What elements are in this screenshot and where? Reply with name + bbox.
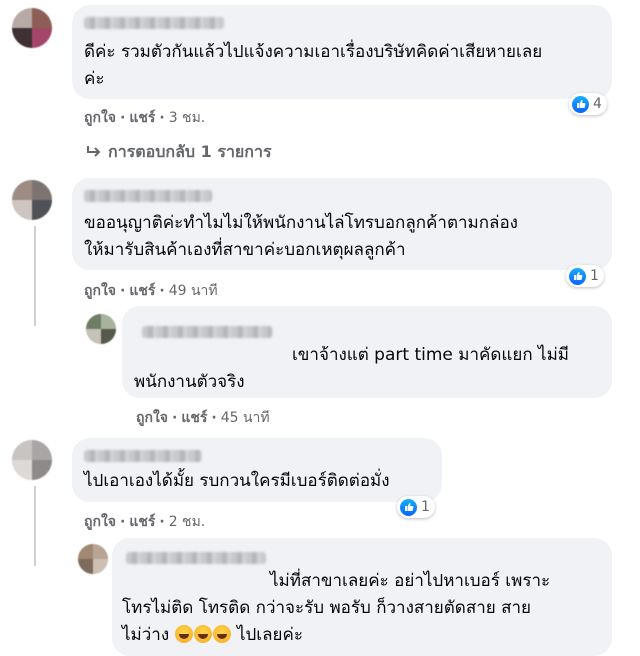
commenter-name[interactable] — [142, 326, 272, 338]
comment-text: ไปเอาเองได้มั้ย รบกวนใครมีเบอร์ติดต่อมั่… — [84, 471, 390, 491]
reaction-count[interactable]: 1 — [397, 496, 435, 518]
reaction-count[interactable]: 1 — [566, 265, 604, 287]
like-button[interactable]: ถูกใจ — [136, 410, 168, 426]
comment-actions: ถูกใจ · แชร์ · 2 ชม. — [84, 514, 206, 530]
comment-bubble: ดีค่ะ รวมตัวกันแล้วไปแจ้งความเอาเรื่องบร… — [72, 5, 612, 99]
reply-actions: ถูกใจ · แชร์ · 45 นาที — [136, 410, 270, 426]
avatar[interactable] — [78, 544, 108, 574]
avatar[interactable] — [12, 8, 52, 48]
share-button[interactable]: แชร์ — [129, 514, 155, 530]
share-button[interactable]: แชร์ — [129, 283, 155, 299]
like-button[interactable]: ถูกใจ — [84, 283, 116, 299]
laughing-emoji-icon — [193, 625, 212, 643]
avatar[interactable] — [86, 314, 116, 344]
reply-text: เขาจ้างแต่ part time มาคัดแยก ไม่มี พนัก… — [134, 345, 570, 392]
avatar[interactable] — [12, 440, 52, 480]
laughing-emoji-icon — [212, 625, 231, 643]
reply-arrow-icon — [86, 144, 102, 163]
share-button[interactable]: แชร์ — [129, 110, 155, 126]
comment-actions: ถูกใจ · แชร์ · 3 ชม. — [84, 110, 206, 126]
reply-bubble: เขาจ้างแต่ part time มาคัดแยก ไม่มี พนัก… — [122, 306, 612, 398]
thread-line — [34, 226, 36, 326]
comment-time[interactable]: 45 นาที — [221, 410, 270, 426]
laughing-emoji-icon — [174, 625, 193, 643]
reaction-count[interactable]: 4 — [569, 93, 607, 115]
comment-actions: ถูกใจ · แชร์ · 49 นาที — [84, 283, 218, 299]
comment-time[interactable]: 49 นาที — [169, 283, 218, 299]
commenter-name[interactable] — [84, 450, 202, 462]
like-icon — [572, 95, 589, 113]
commenter-name[interactable] — [84, 17, 224, 29]
comment-text: ขออนุญาติค่ะทำไมไม่ให้พนักงานไล่โทรบอกลู… — [84, 213, 518, 260]
comment-bubble: ไปเอาเองได้มั้ย รบกวนใครมีเบอร์ติดต่อมั่… — [72, 438, 442, 502]
view-replies-link[interactable]: การตอบกลับ 1 รายการ — [86, 140, 272, 165]
reply-text: ไม่ที่สาขาเลยค่ะ อย่าไปหาเบอร์ เพราะ โทร… — [122, 571, 551, 645]
share-button[interactable]: แชร์ — [181, 410, 207, 426]
commenter-name[interactable] — [84, 190, 212, 202]
comment-time[interactable]: 2 ชม. — [169, 514, 206, 530]
comment-bubble: ขออนุญาติค่ะทำไมไม่ให้พนักงานไล่โทรบอกลู… — [72, 178, 612, 270]
comment-time[interactable]: 3 ชม. — [169, 110, 206, 126]
commenter-name[interactable] — [126, 552, 266, 564]
like-icon — [400, 498, 417, 516]
comment-text: ดีค่ะ รวมตัวกันแล้วไปแจ้งความเอาเรื่องบร… — [84, 42, 543, 89]
reply-bubble: ไม่ที่สาขาเลยค่ะ อย่าไปหาเบอร์ เพราะ โทร… — [112, 538, 612, 656]
like-button[interactable]: ถูกใจ — [84, 514, 116, 530]
thread-line — [34, 486, 36, 566]
like-button[interactable]: ถูกใจ — [84, 110, 116, 126]
avatar[interactable] — [12, 180, 52, 220]
like-icon — [569, 267, 586, 285]
